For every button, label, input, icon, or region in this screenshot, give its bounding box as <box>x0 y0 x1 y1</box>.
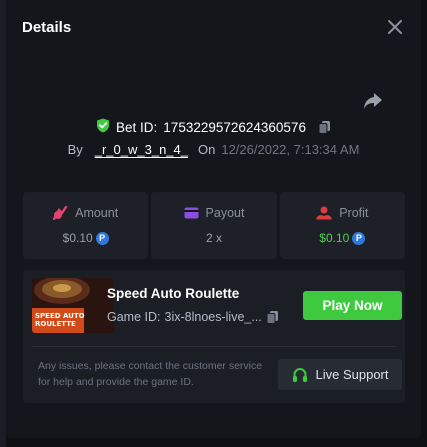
payout-value: 2 x <box>205 231 222 245</box>
bet-date: 12/26/2022, 7:13:34 AM <box>221 142 360 157</box>
headset-icon <box>292 367 308 383</box>
bet-author-row: By _r_0_w_3_n_4_ On 12/26/2022, 7:13:34 … <box>6 142 421 157</box>
stat-profit: Profit $0.10 P <box>279 192 405 259</box>
live-support-button[interactable]: Live Support <box>278 359 402 390</box>
shield-check-icon <box>96 118 110 136</box>
game-thumbnail[interactable]: SPEED AUTO ROULETTE <box>32 278 114 333</box>
wallet-icon <box>184 207 199 219</box>
close-icon[interactable] <box>385 17 405 37</box>
username-link[interactable]: _r_0_w_3_n_4_ <box>95 142 188 157</box>
thumbnail-title-line1: SPEED AUTO <box>35 312 85 320</box>
amount-label: Amount <box>75 206 119 220</box>
modal-title: Details <box>22 18 72 36</box>
profit-icon <box>316 206 332 220</box>
copy-icon[interactable] <box>318 120 331 134</box>
stats-row: Amount $0.10 P Payout 2 x Profit $0.10 P <box>23 192 405 259</box>
by-label: By <box>67 142 83 157</box>
game-id-value: 3ix-8lnoes-live_... <box>164 310 262 324</box>
coin-icon: P <box>95 231 109 245</box>
modal-header: Details <box>6 0 421 54</box>
profit-label: Profit <box>339 206 369 220</box>
stat-payout: Payout 2 x <box>151 192 277 259</box>
game-name: Speed Auto Roulette <box>107 286 240 301</box>
amount-value: $0.10 <box>62 231 93 245</box>
on-label: On <box>198 142 216 157</box>
bet-id-value: 1753229572624360576 <box>163 119 306 135</box>
profit-value: $0.10 <box>319 231 350 245</box>
coin-icon: P <box>352 231 366 245</box>
bet-id-row: Bet ID: 1753229572624360576 <box>6 118 421 136</box>
game-id-row: Game ID: 3ix-8lnoes-live_... <box>107 310 279 324</box>
details-modal: Details Bet ID: 1753229572624360576 By _… <box>6 0 421 438</box>
game-id-label: Game ID: <box>107 310 161 324</box>
bet-id-label: Bet ID: <box>116 119 158 135</box>
copy-icon[interactable] <box>266 310 279 324</box>
thumbnail-title-line2: ROULETTE <box>35 320 76 328</box>
live-support-label: Live Support <box>315 367 389 382</box>
support-help-text: Any issues, please contact the customer … <box>38 360 263 388</box>
stat-amount: Amount $0.10 P <box>23 192 149 259</box>
amount-icon <box>53 206 68 220</box>
payout-label: Payout <box>205 206 245 220</box>
share-icon[interactable] <box>363 92 383 110</box>
game-card: SPEED AUTO ROULETTE Speed Auto Roulette … <box>23 270 405 403</box>
play-now-button[interactable]: Play Now <box>303 291 402 320</box>
divider <box>32 346 396 347</box>
